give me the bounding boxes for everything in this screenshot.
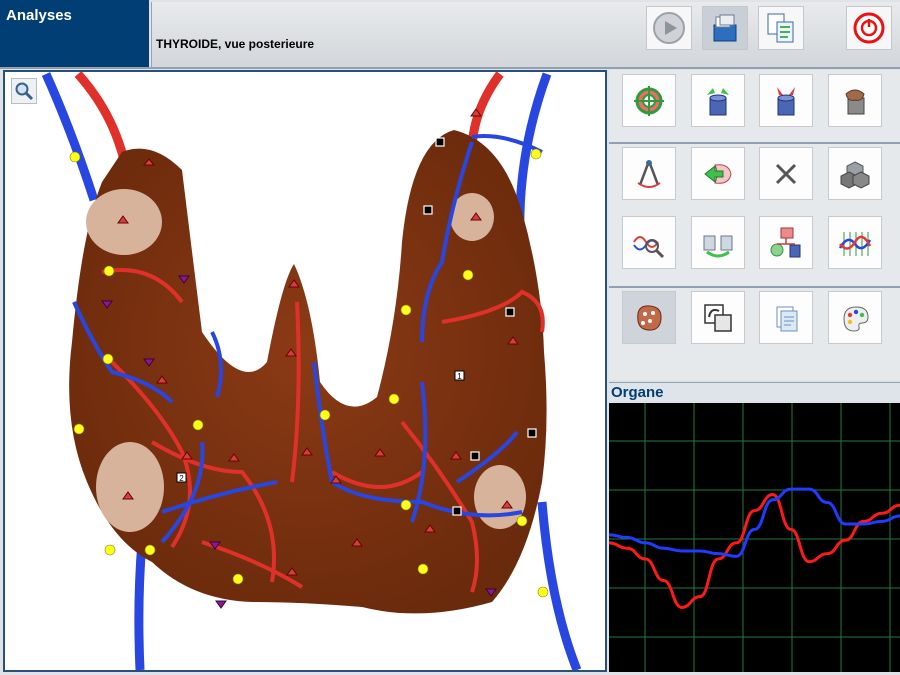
copy-document-icon <box>767 13 794 43</box>
organ-flow-button[interactable] <box>759 216 813 269</box>
page-title: THYROIDE, vue posterieure <box>156 37 315 51</box>
edit-shapes-button[interactable] <box>691 291 745 344</box>
organ-flow-icon <box>770 227 801 257</box>
bin-in-icon <box>777 86 795 115</box>
spectrum-button[interactable] <box>828 216 882 269</box>
marker-label-2: 2 <box>179 474 184 483</box>
close-button[interactable] <box>759 147 813 200</box>
organ-piece-button[interactable] <box>828 74 882 127</box>
power-button[interactable] <box>846 6 892 50</box>
bin-out-icon <box>707 87 729 115</box>
two-bins-button[interactable] <box>691 216 745 269</box>
tissue-button[interactable] <box>622 291 676 344</box>
spectrum-icon <box>838 231 872 256</box>
palette-icon <box>843 305 869 332</box>
copy-document-button[interactable] <box>758 6 804 50</box>
series-line-1 <box>608 492 900 609</box>
bin-in-button[interactable] <box>759 74 813 127</box>
target-icon <box>634 85 664 116</box>
green-arrow-organ-icon <box>704 163 732 184</box>
palette-button[interactable] <box>828 291 882 344</box>
power-off-icon <box>853 12 885 44</box>
cubes-button[interactable] <box>828 147 882 200</box>
clipboard-button[interactable] <box>759 291 813 344</box>
organ-database-icon <box>713 14 737 42</box>
thyroid-illustration[interactable]: 1 2 <box>5 72 605 670</box>
organe-chart <box>608 403 900 672</box>
app-window: Analyses THYROIDE, vue posterieure 1 2 O… <box>0 0 900 675</box>
tissue-icon <box>637 304 662 331</box>
target-button[interactable] <box>622 74 676 127</box>
play-icon <box>653 12 685 44</box>
organ-image-view[interactable]: 1 2 <box>3 70 607 672</box>
tool-divider <box>609 142 900 144</box>
magnifier-icon <box>15 82 34 101</box>
header-bar: THYROIDE, vue posterieure <box>151 2 900 67</box>
bin-out-button[interactable] <box>691 74 745 127</box>
compass-button[interactable] <box>622 147 676 200</box>
waveform-magnifier-icon <box>633 235 665 258</box>
section-title: Analyses <box>0 0 149 67</box>
edit-shapes-icon <box>704 303 732 332</box>
organ-database-button[interactable] <box>702 6 748 50</box>
close-icon <box>775 163 797 184</box>
clipboard-icon <box>776 306 798 331</box>
two-bins-icon <box>703 235 733 257</box>
marker-label-1: 1 <box>457 372 462 381</box>
series-line-2 <box>608 487 900 558</box>
play-button[interactable] <box>646 6 692 50</box>
organe-panel-title: Organe <box>609 382 900 402</box>
green-arrow-organ-button[interactable] <box>691 147 745 200</box>
organ-piece-icon <box>845 89 865 114</box>
header-divider <box>0 67 900 69</box>
cubes-icon <box>840 160 870 189</box>
waveform-magnifier-button[interactable] <box>622 216 676 269</box>
compass-icon <box>637 159 661 188</box>
organe-chart-svg <box>608 403 900 672</box>
zoom-button[interactable] <box>11 78 37 104</box>
tool-divider <box>609 286 900 288</box>
